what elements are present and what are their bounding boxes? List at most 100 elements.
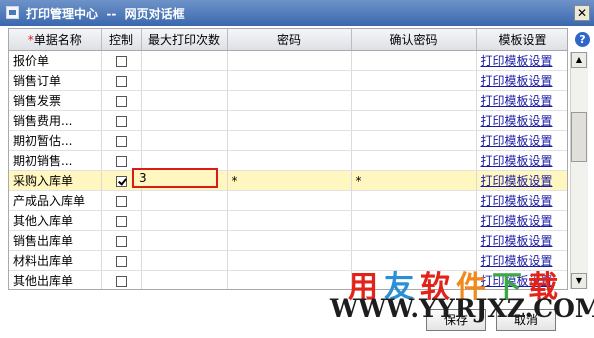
checkbox[interactable] bbox=[115, 175, 127, 187]
row-template-link[interactable]: 打印模板设置 bbox=[476, 130, 567, 151]
print-template-link[interactable]: 打印模板设置 bbox=[481, 74, 553, 88]
checkbox[interactable] bbox=[115, 195, 127, 207]
print-template-link[interactable]: 打印模板设置 bbox=[481, 54, 553, 68]
row-name: 其他入库单 bbox=[9, 210, 102, 231]
table-row[interactable]: 报价单 打印模板设置 bbox=[9, 50, 567, 71]
col-header-template[interactable]: 模板设置 bbox=[476, 29, 567, 51]
row-control-checkbox[interactable] bbox=[101, 130, 142, 151]
grid-header-row: *单据名称 控制 最大打印次数 密码 确认密码 模板设置 bbox=[9, 29, 567, 51]
row-confirm-password[interactable] bbox=[351, 90, 477, 111]
print-template-link[interactable]: 打印模板设置 bbox=[481, 214, 553, 228]
table-row[interactable]: 销售费用... 打印模板设置 bbox=[9, 110, 567, 131]
row-max-print[interactable] bbox=[141, 270, 228, 289]
row-control-checkbox[interactable] bbox=[101, 90, 142, 111]
col-header-password[interactable]: 密码 bbox=[227, 29, 352, 51]
row-password[interactable] bbox=[227, 150, 352, 171]
checkbox[interactable] bbox=[115, 135, 127, 147]
col-header-control[interactable]: 控制 bbox=[101, 29, 142, 51]
checkbox[interactable] bbox=[115, 115, 127, 127]
row-password[interactable] bbox=[227, 230, 352, 251]
row-password[interactable] bbox=[227, 110, 352, 131]
col-header-max-print[interactable]: 最大打印次数 bbox=[141, 29, 228, 51]
row-control-checkbox[interactable] bbox=[101, 230, 142, 251]
help-icon[interactable]: ? bbox=[575, 32, 590, 47]
row-max-print[interactable] bbox=[141, 230, 228, 251]
table-row[interactable]: 销售发票 打印模板设置 bbox=[9, 90, 567, 111]
print-template-link[interactable]: 打印模板设置 bbox=[481, 194, 553, 208]
checkbox[interactable] bbox=[115, 235, 127, 247]
table-row[interactable]: 期初销售... 打印模板设置 bbox=[9, 150, 567, 171]
print-template-link[interactable]: 打印模板设置 bbox=[481, 234, 553, 248]
print-template-link[interactable]: 打印模板设置 bbox=[481, 174, 553, 188]
row-password[interactable] bbox=[227, 210, 352, 231]
row-template-link[interactable]: 打印模板设置 bbox=[476, 190, 567, 211]
row-confirm-password[interactable] bbox=[351, 130, 477, 151]
checkbox[interactable] bbox=[115, 75, 127, 87]
row-name: 销售费用... bbox=[9, 110, 102, 131]
row-template-link[interactable]: 打印模板设置 bbox=[476, 170, 567, 191]
row-password[interactable] bbox=[227, 70, 352, 91]
print-template-link[interactable]: 打印模板设置 bbox=[481, 154, 553, 168]
row-template-link[interactable]: 打印模板设置 bbox=[476, 230, 567, 251]
row-confirm-password[interactable] bbox=[351, 50, 477, 71]
print-template-link[interactable]: 打印模板设置 bbox=[481, 114, 553, 128]
checkbox[interactable] bbox=[115, 55, 127, 67]
row-confirm-password[interactable] bbox=[351, 190, 477, 211]
print-template-link[interactable]: 打印模板设置 bbox=[481, 134, 553, 148]
row-confirm-password[interactable] bbox=[351, 70, 477, 91]
col-header-confirm-password[interactable]: 确认密码 bbox=[351, 29, 477, 51]
col-header-name[interactable]: *单据名称 bbox=[9, 29, 102, 51]
table-row[interactable]: 销售出库单 打印模板设置 bbox=[9, 230, 567, 251]
table-row[interactable]: 销售订单 打印模板设置 bbox=[9, 70, 567, 91]
row-confirm-password[interactable]: * bbox=[351, 170, 477, 191]
row-control-checkbox[interactable] bbox=[101, 210, 142, 231]
row-template-link[interactable]: 打印模板设置 bbox=[476, 210, 567, 231]
table-row[interactable]: 采购入库单 * * 打印模板设置 bbox=[9, 170, 567, 191]
row-max-print[interactable] bbox=[141, 190, 228, 211]
row-max-print[interactable] bbox=[141, 50, 228, 71]
row-confirm-password[interactable] bbox=[351, 150, 477, 171]
checkbox[interactable] bbox=[115, 255, 127, 267]
row-template-link[interactable]: 打印模板设置 bbox=[476, 70, 567, 91]
row-confirm-password[interactable] bbox=[351, 210, 477, 231]
table-row[interactable]: 其他入库单 打印模板设置 bbox=[9, 210, 567, 231]
row-confirm-password[interactable] bbox=[351, 230, 477, 251]
row-template-link[interactable]: 打印模板设置 bbox=[476, 150, 567, 171]
row-password[interactable] bbox=[227, 250, 352, 271]
row-password[interactable] bbox=[227, 50, 352, 71]
table-row[interactable]: 产成品入库单 打印模板设置 bbox=[9, 190, 567, 211]
row-password[interactable]: * bbox=[227, 170, 352, 191]
row-control-checkbox[interactable] bbox=[101, 70, 142, 91]
checkbox[interactable] bbox=[115, 215, 127, 227]
print-template-link[interactable]: 打印模板设置 bbox=[481, 94, 553, 108]
row-max-print[interactable] bbox=[141, 250, 228, 271]
close-icon[interactable]: ✕ bbox=[574, 5, 590, 21]
row-control-checkbox[interactable] bbox=[101, 110, 142, 131]
row-max-print[interactable] bbox=[141, 70, 228, 91]
row-template-link[interactable]: 打印模板设置 bbox=[476, 110, 567, 131]
vertical-scrollbar[interactable]: ▲ ▼ bbox=[570, 52, 588, 289]
table-row[interactable]: 期初暂估... 打印模板设置 bbox=[9, 130, 567, 151]
row-max-print[interactable] bbox=[141, 110, 228, 131]
row-control-checkbox[interactable] bbox=[101, 190, 142, 211]
row-password[interactable] bbox=[227, 190, 352, 211]
checkbox[interactable] bbox=[115, 95, 127, 107]
row-control-checkbox[interactable] bbox=[101, 50, 142, 71]
row-password[interactable] bbox=[227, 270, 352, 289]
checkbox[interactable] bbox=[115, 275, 127, 287]
row-template-link[interactable]: 打印模板设置 bbox=[476, 90, 567, 111]
row-control-checkbox[interactable] bbox=[101, 270, 142, 289]
scroll-up-icon[interactable]: ▲ bbox=[571, 52, 587, 68]
row-control-checkbox[interactable] bbox=[101, 250, 142, 271]
row-max-print[interactable] bbox=[141, 90, 228, 111]
row-password[interactable] bbox=[227, 90, 352, 111]
row-max-print[interactable] bbox=[141, 130, 228, 151]
row-confirm-password[interactable] bbox=[351, 110, 477, 131]
row-max-print[interactable] bbox=[141, 210, 228, 231]
max-print-count-input[interactable]: 3 bbox=[132, 168, 218, 188]
row-template-link[interactable]: 打印模板设置 bbox=[476, 50, 567, 71]
scroll-down-icon[interactable]: ▼ bbox=[571, 273, 587, 289]
row-password[interactable] bbox=[227, 130, 352, 151]
scroll-thumb[interactable] bbox=[571, 112, 587, 162]
checkbox[interactable] bbox=[115, 155, 127, 167]
